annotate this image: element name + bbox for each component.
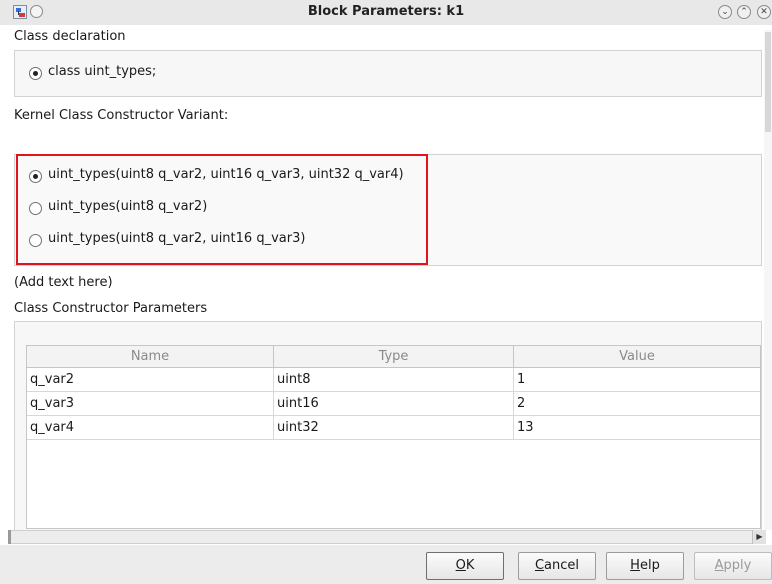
column-header-type[interactable]: Type [274,346,514,368]
class-declaration-radio[interactable] [29,67,42,80]
help-label: elp [639,558,660,573]
cancel-label: ancel [544,558,580,573]
ok-mnemonic: O [455,558,466,573]
table-cell-type: uint32 [274,416,514,440]
apply-button[interactable]: Apply [694,552,772,580]
variant-option-1: uint_types(uint8 q_var2, uint16 q_var3, … [48,167,404,182]
table-cell-value[interactable]: 1 [514,368,760,392]
table-cell-type: uint16 [274,392,514,416]
apply-mnemonic: A [714,558,724,573]
close-icon[interactable]: ✕ [757,5,771,19]
column-header-value[interactable]: Value [514,346,760,368]
table-cell-type: uint8 [274,368,514,392]
add-text-label: (Add text here) [14,275,113,290]
table-cell-name: q_var3 [27,392,274,416]
apply-label: pply [723,558,752,573]
variant-radio-2[interactable] [29,202,42,215]
table-cell-value[interactable]: 13 [514,416,760,440]
constructor-params-label: Class Constructor Parameters [14,301,208,316]
horizontal-scrollbar[interactable] [8,530,764,544]
window-title: Block Parameters: k1 [307,4,465,19]
params-table: Name Type Value q_var2 uint8 1 q_var3 ui… [26,345,761,529]
variant-radio-1[interactable] [29,170,42,183]
cancel-button[interactable]: Cancel [518,552,596,580]
chevron-up-icon[interactable]: ⌃ [737,5,751,19]
variant-option-3: uint_types(uint8 q_var2, uint16 q_var3) [48,231,306,246]
chevron-down-icon[interactable]: ⌄ [718,5,732,19]
cancel-mnemonic: C [534,558,545,573]
class-declaration-option: class uint_types; [48,64,157,79]
kernel-variant-label: Kernel Class Constructor Variant: [14,108,229,123]
vertical-scrollbar-thumb[interactable] [765,32,771,132]
help-button[interactable]: Help [606,552,684,580]
column-header-name[interactable]: Name [27,346,274,368]
horizontal-scrollbar-thumb[interactable] [8,530,11,544]
scroll-right-arrow-icon[interactable]: ▶ [752,530,766,544]
variant-radio-3[interactable] [29,234,42,247]
help-mnemonic: H [630,558,640,573]
variant-option-2: uint_types(uint8 q_var2) [48,199,208,214]
table-cell-name: q_var2 [27,368,274,392]
ok-button[interactable]: OK [426,552,504,580]
ok-label: K [465,558,475,573]
table-cell-name: q_var4 [27,416,274,440]
class-declaration-label: Class declaration [14,29,126,44]
table-cell-value[interactable]: 2 [514,392,760,416]
